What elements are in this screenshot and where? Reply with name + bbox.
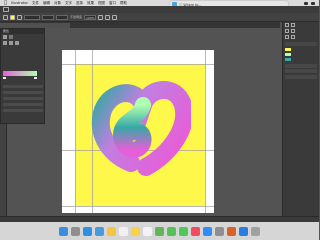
- layer-row[interactable]: [283, 57, 319, 62]
- wifi-icon[interactable]: [304, 1, 308, 5]
- gradient-radial-icon[interactable]: [9, 41, 13, 45]
- home-icon[interactable]: [3, 7, 9, 12]
- gradient-stop-left[interactable]: [3, 77, 6, 79]
- gradient-linear-icon[interactable]: [3, 41, 7, 45]
- finder-icon[interactable]: [59, 226, 68, 236]
- messages-icon[interactable]: [179, 226, 188, 236]
- symbols-panel-icon[interactable]: [291, 29, 295, 33]
- safari-icon[interactable]: [83, 226, 92, 236]
- brush-dropdown[interactable]: [56, 14, 68, 20]
- right-panel-dock: [282, 22, 319, 216]
- gradient-freeform-icon[interactable]: [15, 41, 19, 45]
- guide-horizontal: [62, 206, 214, 207]
- transform-icon[interactable]: [112, 14, 118, 20]
- battery-icon[interactable]: [311, 1, 315, 5]
- gradient-heart-shape[interactable]: [91, 75, 191, 185]
- panel-row: [285, 41, 317, 46]
- tools-toolbar: [0, 124, 7, 216]
- guide-vertical: [75, 50, 76, 213]
- panel-row: [285, 69, 317, 73]
- panel-row: [285, 74, 317, 79]
- opacity-label: 不透明度: [70, 15, 83, 19]
- properties-panel: 属性: [0, 28, 45, 124]
- gradient-slider[interactable]: [3, 71, 37, 76]
- gradient-stop-right[interactable]: [34, 77, 37, 79]
- notes-icon[interactable]: [131, 226, 140, 236]
- reminders-icon[interactable]: [143, 226, 152, 236]
- right-panel-icons: [283, 34, 319, 40]
- control-bar: 不透明度 100%: [0, 13, 319, 22]
- panel-row: [3, 91, 43, 94]
- music-icon[interactable]: [191, 226, 200, 236]
- prop-row-gradient-type: [1, 40, 44, 46]
- brushes-panel-icon[interactable]: [285, 29, 289, 33]
- macos-dock: [0, 222, 319, 240]
- panel-row: [3, 97, 43, 100]
- settings-icon[interactable]: [215, 226, 224, 236]
- photoshop-icon[interactable]: [239, 226, 248, 236]
- guide-horizontal: [62, 64, 214, 65]
- stroke-weight-field[interactable]: [24, 14, 40, 20]
- application-bar: [0, 6, 319, 13]
- trash-icon[interactable]: [251, 226, 260, 236]
- color-panel-icon[interactable]: [285, 23, 289, 27]
- panel-row: [3, 103, 43, 106]
- photos-icon[interactable]: [107, 226, 116, 236]
- panel-row: [285, 63, 317, 68]
- status-icons: [304, 0, 315, 5]
- swatches-panel-icon[interactable]: [291, 23, 295, 27]
- guide-vertical: [205, 50, 206, 213]
- align-icon[interactable]: [105, 14, 111, 20]
- opacity-field[interactable]: 100%: [84, 14, 97, 20]
- canvas-area[interactable]: [45, 28, 282, 216]
- fill-swatch[interactable]: [3, 35, 7, 39]
- calendar-icon[interactable]: [119, 226, 128, 236]
- selection-indicator-icon[interactable]: [3, 14, 8, 20]
- mail-icon[interactable]: [95, 226, 104, 236]
- variable-width-dropdown[interactable]: [42, 14, 54, 20]
- panel-row: [3, 85, 43, 88]
- appstore-icon[interactable]: [203, 226, 212, 236]
- layer-color-swatch: [285, 53, 291, 56]
- illustrator-icon[interactable]: [227, 226, 236, 236]
- launchpad-icon[interactable]: [71, 226, 80, 236]
- style-swatch-icon[interactable]: [98, 14, 104, 20]
- fill-swatch-icon[interactable]: [10, 14, 15, 20]
- layer-color-swatch: [285, 58, 291, 61]
- maps-icon[interactable]: [155, 226, 164, 236]
- gradient-panel-icon[interactable]: [291, 35, 295, 39]
- stroke-swatch-icon[interactable]: [17, 14, 22, 20]
- stroke-swatch[interactable]: [9, 35, 13, 39]
- facetime-icon[interactable]: [167, 226, 176, 236]
- panel-row: [3, 109, 43, 112]
- stroke-panel-icon[interactable]: [285, 35, 289, 39]
- layer-color-swatch: [285, 48, 291, 51]
- artboard[interactable]: [62, 50, 214, 213]
